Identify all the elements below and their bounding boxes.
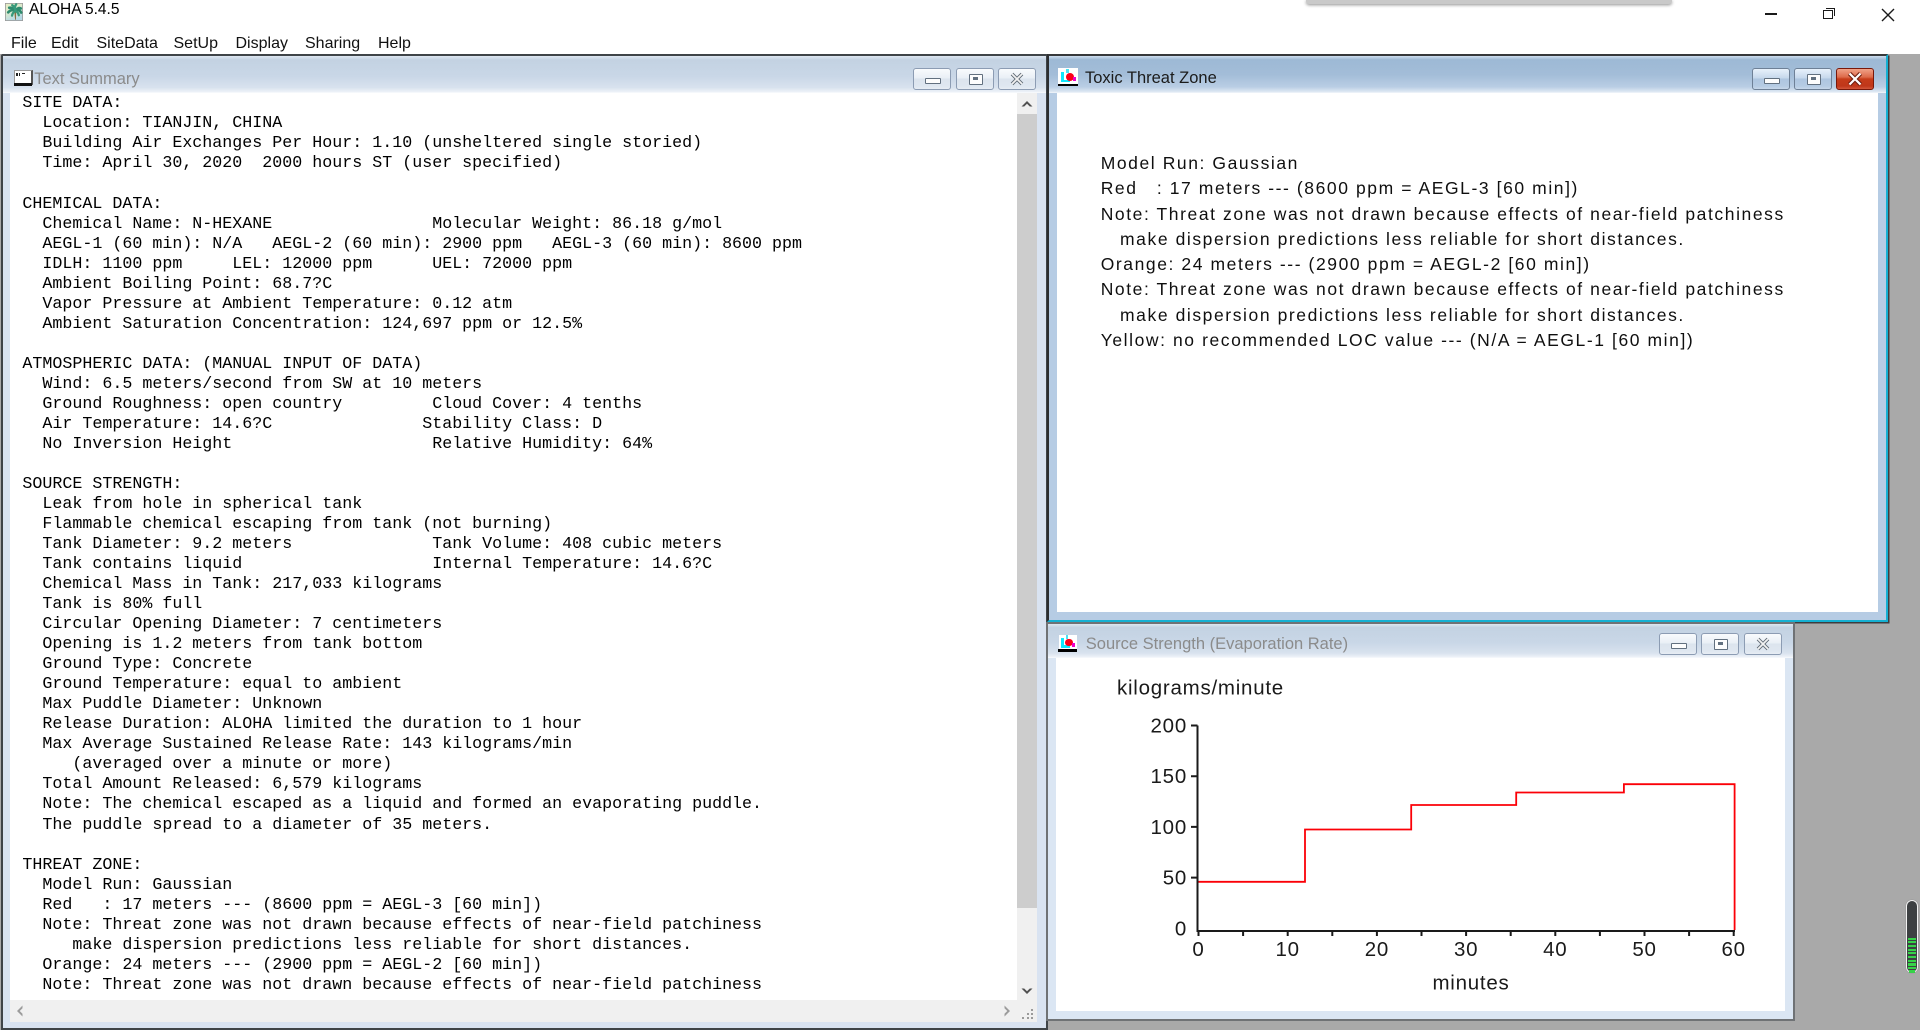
svg-text:200: 200 (1151, 715, 1187, 738)
svg-text:minutes: minutes (1433, 972, 1510, 995)
svg-text:kilograms/minute: kilograms/minute (1117, 677, 1284, 700)
svg-text:40: 40 (1544, 938, 1568, 961)
svg-text:60: 60 (1722, 938, 1746, 961)
svg-text:20: 20 (1365, 938, 1389, 961)
svg-text:50: 50 (1633, 938, 1657, 961)
svg-text:10: 10 (1276, 938, 1300, 961)
svg-text:0: 0 (1175, 917, 1187, 940)
svg-text:100: 100 (1151, 816, 1187, 839)
svg-text:30: 30 (1454, 938, 1478, 961)
svg-text:50: 50 (1163, 867, 1187, 890)
svg-text:150: 150 (1151, 765, 1187, 788)
svg-text:0: 0 (1193, 938, 1205, 961)
